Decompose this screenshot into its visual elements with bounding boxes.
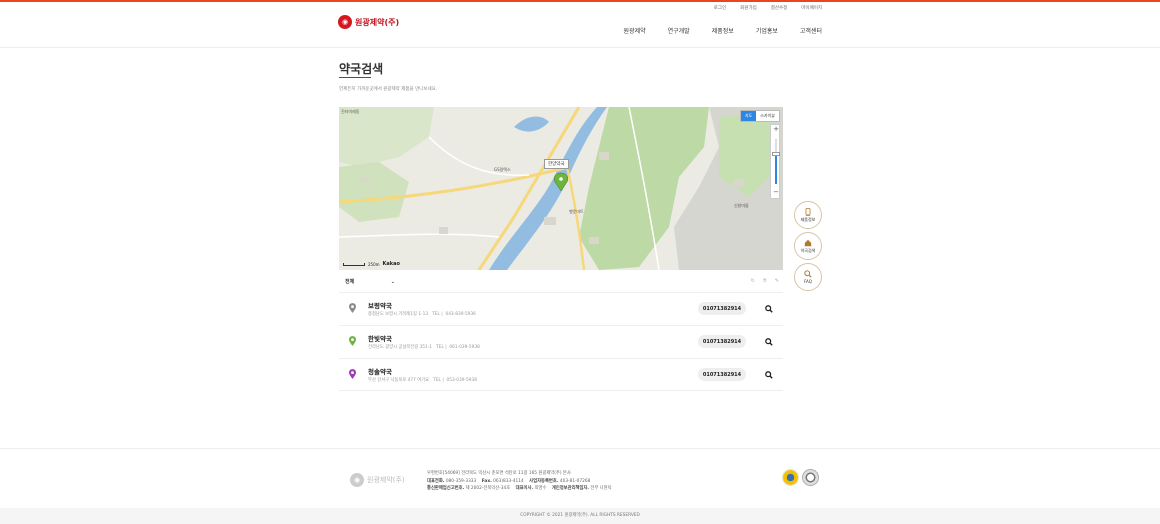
footer-logo-text: 원광제약(주) xyxy=(367,476,405,484)
map-type-toggle: 지도 스카이뷰 xyxy=(739,110,780,122)
footer-address: 우편번호[54069] 전라북도 익산시 춘포면 석탄로 11길 165 원광제… xyxy=(427,471,571,476)
site-footer: ◉ 원광제약(주) 우편번호[54069] 전라북도 익산시 춘포면 석탄로 1… xyxy=(0,448,1160,508)
quick-menu-pharmacy[interactable]: 약국검색 xyxy=(794,232,822,260)
pharmacy-address: 전라남도 광양시 공설목전길 351-1 TEL | 061-039-5938 xyxy=(368,345,480,350)
footer-logo-emblem-icon: ◉ xyxy=(350,473,364,487)
top-accent-line xyxy=(0,0,1160,2)
map-canvas[interactable]: 진터미래동 GS칼텍스 행운마트 신창마을 xyxy=(339,107,783,270)
search-icon xyxy=(804,270,812,278)
filter-row: 전체 ⌄ ↻ ⎊ ✎ xyxy=(339,275,783,289)
pencil-icon[interactable]: ✎ xyxy=(775,278,779,284)
list-item[interactable]: 보령약국 충청남도 보령시 가작례1길 1-13 TEL | 043-839-5… xyxy=(339,292,783,325)
scale-label: 250m xyxy=(368,261,380,267)
util-login-link[interactable]: 로그인 xyxy=(714,5,726,11)
location-pin-icon xyxy=(349,303,356,313)
region-select[interactable]: 전체 ⌄ xyxy=(342,276,398,287)
list-item[interactable]: 한빛약국 전라남도 광양시 공설목전길 351-1 TEL | 061-039-… xyxy=(339,325,783,358)
map-pin-label: 한양약국 xyxy=(544,159,569,169)
nav-item-research[interactable]: 연구개발 xyxy=(668,26,690,35)
site-logo[interactable]: ◉ 원광제약(주) xyxy=(338,15,399,29)
nav-item-support[interactable]: 고객센터 xyxy=(800,26,822,35)
nav-item-products[interactable]: 제품정보 xyxy=(712,26,734,35)
footer-company-info: 우편번호[54069] 전라북도 익산시 춘포면 석탄로 11길 165 원광제… xyxy=(427,470,612,493)
map-label: 행운마트 xyxy=(569,208,584,214)
bell-icon[interactable]: ⎊ xyxy=(763,278,767,284)
zoom-out-button[interactable]: − xyxy=(771,188,781,198)
logo-text: 원광제약(주) xyxy=(355,17,400,27)
map-type-map-button[interactable]: 지도 xyxy=(740,111,757,121)
quick-menu-products[interactable]: 제품정보 xyxy=(794,201,822,229)
phone-icon xyxy=(805,207,811,216)
location-pin-icon xyxy=(349,369,356,379)
footer-registration: 통신판매업신고번호. 제 2002-전북익산-34호 대표이사. 최영수 개인정… xyxy=(427,486,612,491)
certification-badges xyxy=(782,469,819,486)
map-zoom-control: + − xyxy=(770,124,780,199)
search-icon[interactable] xyxy=(765,305,773,313)
zoom-level-fill xyxy=(775,154,777,184)
quick-menu-label: 약국검색 xyxy=(800,247,816,253)
map-label: 진터미래동 xyxy=(341,108,360,114)
pharmacy-name: 보령약국 xyxy=(368,302,392,310)
utility-links: 로그인 회원가입 결산수정 마이페이지 xyxy=(714,5,822,11)
util-settlement-link[interactable]: 결산수정 xyxy=(771,5,788,11)
logo-emblem-icon: ◉ xyxy=(338,15,352,29)
phone-button[interactable]: 01071382914 xyxy=(698,302,746,315)
zoom-in-button[interactable]: + xyxy=(771,125,781,135)
home-icon xyxy=(804,239,812,246)
main-nav: 원광제약 연구개발 제품정보 기업홍보 고객센터 xyxy=(624,26,822,35)
pharmacy-name: 한빛약국 xyxy=(368,335,392,343)
map-type-skyview-button[interactable]: 스카이뷰 xyxy=(756,111,779,121)
title-underline xyxy=(339,77,371,79)
pharmacy-name: 청솔약국 xyxy=(368,368,392,376)
pharmacy-address: 부산 강서구 낙동북로 477 여기요 TEL | 053-039-5938 xyxy=(368,378,477,383)
footer-logo: ◉ 원광제약(주) xyxy=(350,473,405,487)
pharmacy-address: 충청남도 보령시 가작례1길 1-13 TEL | 043-839-5936 xyxy=(368,312,476,317)
page-subtitle: 언제든지 가까운곳에서 원광제약 제품을 만나보세요. xyxy=(339,87,438,92)
pharmacy-list: 보령약국 충청남도 보령시 가작례1길 1-13 TEL | 043-839-5… xyxy=(339,292,783,391)
quick-menu-faq[interactable]: FAQ xyxy=(794,263,822,291)
util-mypage-link[interactable]: 마이페이지 xyxy=(801,5,822,11)
copyright: COPYRIGHT © 2021 원광제약(주). ALL RIGHTS RES… xyxy=(0,508,1160,524)
nav-item-company[interactable]: 원광제약 xyxy=(624,26,646,35)
location-pin-icon xyxy=(349,336,356,346)
map-label: GS칼텍스 xyxy=(494,166,511,172)
map-label: 신창마을 xyxy=(734,202,749,208)
phone-button[interactable]: 01071382914 xyxy=(698,335,746,348)
page-title: 약국검색 xyxy=(339,62,384,76)
footer-contact: 대표전화. 080-359-3333 Fax. 063)833-4114 사업자… xyxy=(427,478,591,484)
header-divider xyxy=(0,47,1160,48)
phone-button[interactable]: 01071382914 xyxy=(698,368,746,381)
pharmacy-map[interactable]: 진터미래동 GS칼텍스 행운마트 신창마을 한양약국 지도 스카이뷰 + − 2… xyxy=(339,107,783,270)
certification-badge-icon xyxy=(782,469,799,486)
quick-menu-label: 제품정보 xyxy=(800,216,816,222)
region-select-value: 전체 xyxy=(345,279,355,285)
scale-bar xyxy=(343,262,365,266)
quick-menu-label: FAQ xyxy=(804,279,812,284)
nav-item-pr[interactable]: 기업홍보 xyxy=(756,26,778,35)
map-tools: ↻ ⎊ ✎ xyxy=(751,278,779,284)
map-scale: 250m Kakao xyxy=(343,261,400,267)
zoom-slider-handle[interactable] xyxy=(772,152,780,156)
chevron-down-icon: ⌄ xyxy=(390,278,395,285)
map-provider-logo: Kakao xyxy=(382,261,400,267)
certification-badge-icon xyxy=(802,469,819,486)
refresh-icon[interactable]: ↻ xyxy=(751,278,755,284)
list-item[interactable]: 청솔약국 부산 강서구 낙동북로 477 여기요 TEL | 053-039-5… xyxy=(339,358,783,391)
search-icon[interactable] xyxy=(765,371,773,379)
util-join-link[interactable]: 회원가입 xyxy=(740,5,757,11)
search-icon[interactable] xyxy=(765,338,773,346)
